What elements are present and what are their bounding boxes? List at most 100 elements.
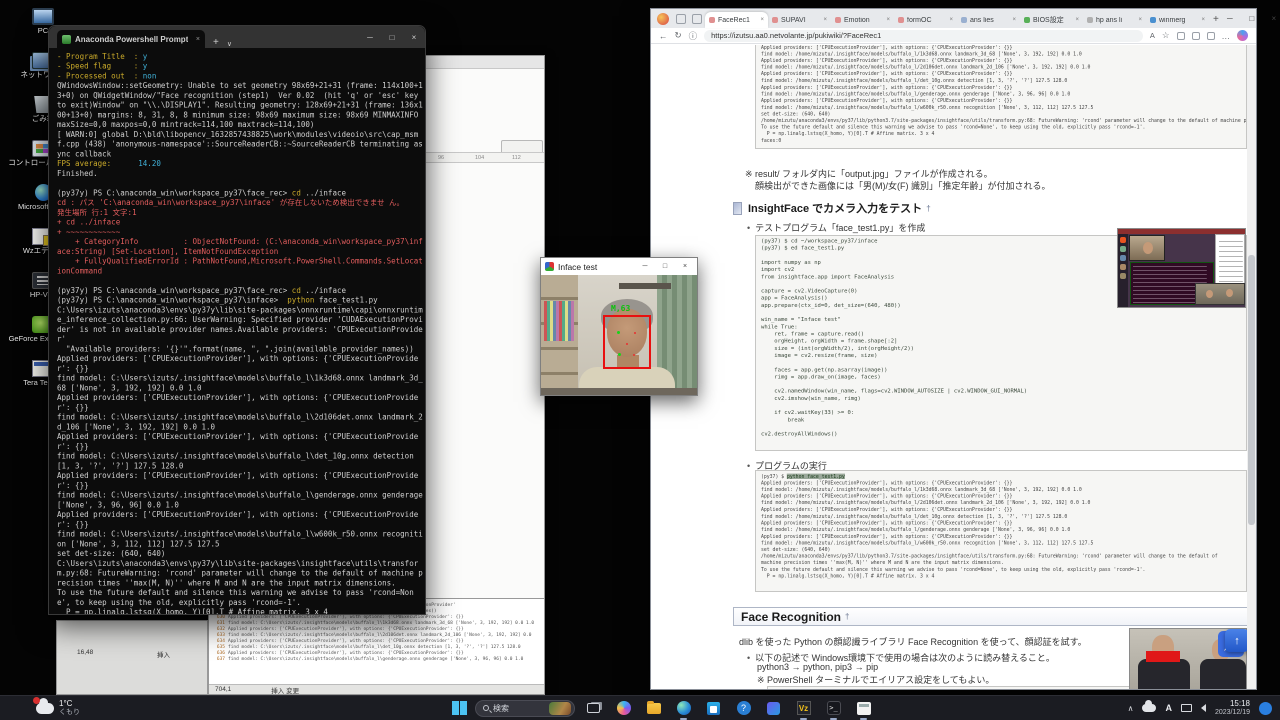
minimize-button[interactable]: ─ [359,26,381,48]
display-icon[interactable] [1181,704,1192,712]
editor-status-panel: 16,48 挿入 [56,620,208,695]
scrollbar[interactable] [1247,45,1256,689]
taskbar-icon-help[interactable]: ? [733,698,754,719]
close-button[interactable]: × [403,26,425,48]
start-button[interactable] [452,701,467,716]
tab-dropdown-icon[interactable]: ∨ [227,40,232,48]
terminal-titlebar[interactable]: Anaconda Powershell Prompt × + ∨ ─ □ × [49,26,425,48]
code-block-console-output: Applied providers: ['CPUExecutionProvide… [755,45,1247,149]
webcam-titlebar[interactable]: Inface test ─ □ × [541,258,697,275]
speaker-icon[interactable] [1201,704,1206,712]
opencv-icon [545,262,554,271]
search-box[interactable]: 検索 [475,700,575,717]
taskbar-icon-opencv-window[interactable] [853,698,874,719]
read-aloud-icon[interactable]: A [1150,31,1155,40]
tab-label: winmerg [1159,17,1198,24]
close-tab-icon[interactable]: × [1138,17,1142,23]
tab-label: Emotion [844,17,883,24]
address-bar[interactable]: https://izutsu.aa0.netvolante.jp/pukiwik… [704,30,1143,42]
favorite-star-icon[interactable]: ☆ [1162,30,1170,41]
maximize-button[interactable]: □ [1241,9,1263,28]
browser-tab-6[interactable]: BIOS設定× [1020,12,1083,28]
heading-anchor-link[interactable]: † [845,612,849,621]
hidden-icons-chevron[interactable]: ∧ [1128,704,1134,713]
close-tab-icon[interactable]: × [949,17,953,23]
minimize-button[interactable]: ─ [1219,9,1241,28]
back-icon[interactable]: ← [659,31,668,41]
onedrive-icon[interactable] [1142,704,1156,712]
close-tab-icon[interactable]: × [823,17,827,23]
browser-tab-4[interactable]: formOC× [894,12,957,28]
highlighted-command: python face_test1.py [787,474,845,479]
landmark-dot [634,332,636,334]
browser-tab-8[interactable]: winmerg× [1146,12,1209,28]
terminal-body[interactable]: - Program Title : y- Speed flag : y- Pro… [49,48,425,614]
task-view-icon [587,703,600,713]
split-screen-icon[interactable] [1177,32,1185,40]
tab-label: formOC [907,17,946,24]
webcam-video-frame: M,63 [541,275,697,395]
site-info-icon[interactable]: ⓘ [689,30,698,42]
ime-mode-indicator[interactable]: A [1165,703,1172,713]
webcam-thumb [1129,235,1165,261]
browser-tab-5[interactable]: ans lies× [957,12,1020,28]
editor-cursor-position: 704,1 [215,686,231,693]
maximize-button[interactable]: □ [381,26,403,48]
close-button[interactable]: × [677,258,693,275]
terminal-icon: >_ [827,701,841,715]
notification-bell-icon[interactable] [1259,702,1272,715]
profile-avatar[interactable] [657,13,669,25]
minimize-button[interactable]: ─ [637,258,653,275]
close-tab-icon[interactable]: × [886,17,890,23]
close-tab-icon[interactable]: × [1012,17,1016,23]
copilot-icon [617,701,631,715]
bullet-create-test-program: テストプログラム「face_test1.py」を作成 [747,221,925,234]
clock[interactable]: 15:18 2023/12/19 [1215,699,1250,717]
taskbar-icon-task-view[interactable] [583,698,604,719]
tab-actions-icon[interactable] [692,14,702,24]
browser-tab-7[interactable]: hp ans li× [1083,12,1146,28]
collections-icon[interactable] [1207,32,1215,40]
close-tab-icon[interactable]: × [1075,17,1079,23]
alert-badge [33,697,40,704]
browser-tab-2[interactable]: SUPAVI× [768,12,831,28]
close-tab-icon[interactable]: × [196,36,200,43]
weather-widget[interactable]: 1°C くもり [36,699,80,717]
taskbar-icon-copilot[interactable] [613,698,634,719]
refresh-icon[interactable]: ↻ [675,30,682,41]
powershell-alias-note: ※ PowerShell ターミナルでエイリアス設定をしてもよい。 [757,673,994,686]
system-tray: ∧ A 15:18 2023/12/19 [1128,696,1272,720]
page-top-button[interactable]: ↑ [1225,629,1249,652]
wiki-note-line2: 顔検出ができた画像には「男(M)/女(F) 識別」「推定年齢」が付加される。 [755,179,1051,192]
tab-favicon [1024,17,1030,23]
favorites-bar-icon[interactable] [1192,32,1200,40]
maximize-button[interactable]: □ [657,258,673,275]
taskbar-icon-store[interactable] [703,698,724,719]
browser-navbar: ← ↻ ⓘ https://izutsu.aa0.netvolante.jp/p… [651,28,1256,44]
browser-tab-1[interactable]: FaceRec1× [705,12,768,28]
taskbar-icon-vz-editor[interactable]: Vz [793,698,814,719]
terminal-tab[interactable]: Anaconda Powershell Prompt × [57,30,205,48]
taskbar-icon-terminal[interactable]: >_ [823,698,844,719]
ubuntu-screenshot-image[interactable] [1117,228,1246,308]
face-detection-box [603,315,651,369]
close-tab-icon[interactable]: × [1201,17,1205,23]
url-text[interactable]: https://izutsu.aa0.netvolante.jp/pukiwik… [711,31,881,40]
heading-anchor-link[interactable]: † [926,204,930,213]
workspaces-icon[interactable] [676,14,686,24]
taskbar-icon-file-explorer[interactable] [643,698,664,719]
opencv-window-icon [857,702,871,715]
taskbar-icon-clipchamp[interactable] [763,698,784,719]
close-tab-icon[interactable]: × [760,17,764,23]
people-photo-thumb [1195,283,1245,305]
scrollbar-thumb[interactable] [1248,255,1255,525]
editor-document-tab[interactable] [501,140,543,152]
browser-tab-3[interactable]: Emotion× [831,12,894,28]
more-menu-icon[interactable]: … [1222,31,1231,41]
new-tab-button[interactable]: + [213,37,219,48]
tab-label: BIOS設定 [1033,15,1072,25]
copilot-icon[interactable] [1237,30,1248,41]
close-button[interactable]: × [1263,9,1280,28]
taskbar-icon-edge[interactable] [673,698,694,719]
wiki-page-content: Applied providers: ['CPUExecutionProvide… [651,45,1256,689]
